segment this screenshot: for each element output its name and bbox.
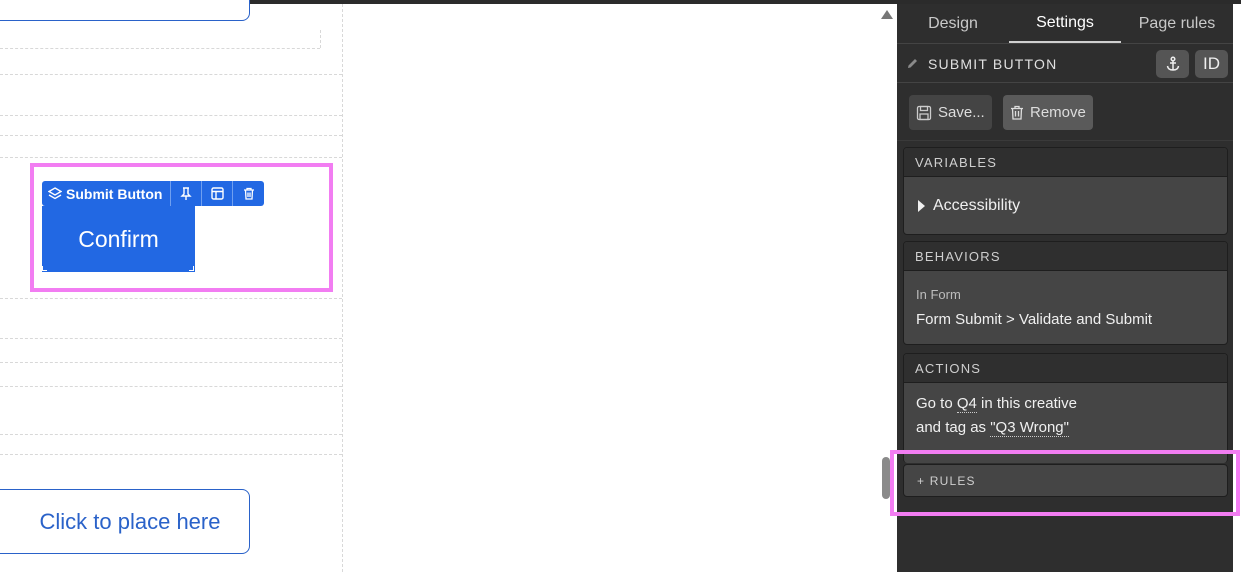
caret-right-icon	[918, 199, 925, 212]
actions-heading: ACTIONS	[904, 354, 1227, 383]
layers-icon	[48, 186, 62, 199]
behavior-value: Form Submit > Validate and Submit	[916, 311, 1153, 328]
pencil-icon[interactable]	[906, 57, 919, 70]
guide-line	[0, 115, 342, 116]
save-button[interactable]: Save...	[909, 95, 992, 130]
action-target-link[interactable]: Q4	[956, 395, 977, 413]
scroll-up-button[interactable]	[880, 8, 894, 20]
save-icon	[916, 105, 932, 120]
tab-design[interactable]: Design	[897, 4, 1009, 43]
layout-icon	[211, 187, 224, 200]
tab-page-rules[interactable]: Page rules	[1121, 4, 1233, 43]
action-line-2: and tag as "Q3 Wrong"	[916, 416, 1227, 440]
guide-line	[0, 338, 342, 339]
pin-button[interactable]	[171, 181, 203, 206]
guide-line	[0, 74, 342, 75]
variables-heading: VARIABLES	[904, 148, 1227, 177]
anchor-icon	[1166, 56, 1179, 71]
confirm-button[interactable]: Confirm	[42, 206, 195, 272]
guide-line	[342, 4, 343, 572]
element-actions: Save... Remove	[897, 84, 1233, 141]
scroll-up-arrow-icon	[881, 9, 893, 19]
accessibility-label: Accessibility	[933, 196, 1021, 214]
tab-settings[interactable]: Settings	[1009, 4, 1121, 43]
action-tag-link[interactable]: "Q3 Wrong"	[990, 419, 1069, 437]
action-text: Go to	[916, 395, 957, 412]
trash-icon	[243, 187, 254, 200]
id-button[interactable]: ID	[1195, 50, 1228, 78]
resize-handle[interactable]	[42, 266, 47, 271]
behavior-item[interactable]: In Form Form Submit > Validate and Submi…	[904, 287, 1227, 328]
anchor-button[interactable]	[1156, 50, 1189, 78]
guide-line	[0, 362, 342, 363]
element-name-chip[interactable]: Submit Button	[42, 181, 172, 206]
pin-icon	[180, 186, 193, 200]
guide-line	[0, 454, 342, 455]
trash-icon	[1011, 105, 1023, 120]
accessibility-row[interactable]: Accessibility	[904, 177, 1227, 234]
add-rules-button[interactable]: + RULES	[903, 464, 1228, 497]
action-item[interactable]: Go to Q4 in this creative and tag as "Q3…	[904, 383, 1227, 440]
click-to-place-button[interactable]: Click to place here	[0, 489, 250, 554]
action-text: and tag as	[916, 419, 991, 436]
scrollbar-thumb[interactable]	[882, 457, 890, 499]
behaviors-section: BEHAVIORS In Form Form Submit > Validate…	[903, 241, 1228, 345]
layout-button[interactable]	[202, 181, 234, 206]
partial-button-top[interactable]	[0, 0, 250, 21]
guide-line	[0, 298, 342, 299]
guide-line	[0, 434, 342, 435]
element-name-label: Submit Button	[66, 185, 163, 202]
guide-line	[320, 30, 321, 48]
behaviors-heading: BEHAVIORS	[904, 242, 1227, 271]
guide-line	[0, 157, 342, 158]
guide-line	[0, 135, 342, 136]
panel-tabs: Design Settings Page rules	[897, 4, 1233, 44]
resize-handle[interactable]	[189, 266, 194, 271]
actions-section: ACTIONS Go to Q4 in this creative and ta…	[903, 353, 1228, 463]
remove-button[interactable]: Remove	[1003, 95, 1093, 130]
element-title: SUBMIT BUTTON	[928, 55, 1058, 72]
guide-line	[0, 48, 320, 49]
action-line-1: Go to Q4 in this creative	[916, 392, 1227, 416]
action-text: in this creative	[976, 395, 1077, 412]
guide-line	[0, 386, 342, 387]
remove-label: Remove	[1030, 104, 1086, 121]
save-label: Save...	[938, 104, 985, 121]
behavior-context: In Form	[916, 287, 961, 302]
element-toolbar: Submit Button	[42, 181, 265, 206]
element-header: SUBMIT BUTTON ID	[897, 45, 1233, 83]
delete-element-button[interactable]	[233, 181, 264, 206]
variables-section: VARIABLES Accessibility	[903, 147, 1228, 235]
